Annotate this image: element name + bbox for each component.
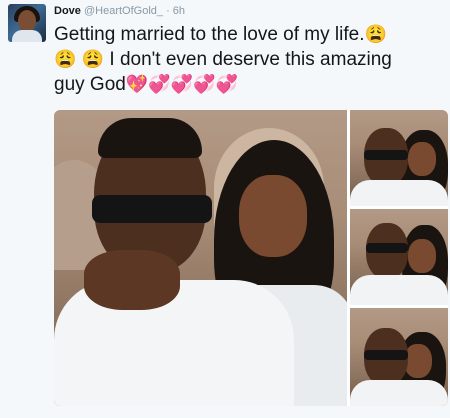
revolving-hearts-icon: 💞	[148, 74, 171, 94]
shirt	[350, 275, 448, 305]
revolving-hearts-icon: 💞	[170, 74, 194, 94]
photo-thumb-3[interactable]	[350, 308, 448, 406]
sparkling-heart-icon: 💖	[125, 74, 149, 94]
man-hair	[98, 118, 202, 158]
tweet-text-line-3: guy God	[54, 74, 126, 95]
photo-thumb-1[interactable]	[350, 110, 448, 206]
tweet[interactable]: Dove @HeartOfGold_ · 6h Getting married …	[0, 0, 450, 418]
tweet-text-line-2: I don't even deserve this amazing	[109, 49, 392, 70]
woman-face	[404, 344, 432, 378]
photo-thumb-2[interactable]	[350, 209, 448, 305]
sunglasses	[366, 243, 408, 253]
timestamp[interactable]: 6h	[173, 5, 185, 17]
sunglasses	[364, 150, 408, 160]
avatar-face	[18, 10, 36, 32]
revolving-hearts-icon: 💞	[215, 74, 238, 94]
weary-face-icon: 😩	[54, 49, 77, 69]
user-handle[interactable]: @HeartOfGold_	[84, 5, 163, 17]
weary-face-icon: 😩	[364, 24, 387, 44]
shirt	[350, 380, 448, 406]
woman-face	[408, 239, 436, 273]
avatar[interactable]	[8, 4, 46, 42]
sunglasses	[364, 350, 408, 360]
photo-main[interactable]	[54, 110, 347, 406]
man-hand	[84, 250, 180, 310]
revolving-hearts-icon: 💞	[193, 74, 216, 94]
tweet-header: Dove @HeartOfGold_ · 6h	[54, 4, 185, 18]
shirt	[350, 180, 448, 206]
tweet-text-line-1: Getting married to the love of my life.	[54, 24, 365, 45]
weary-face-icon: 😩	[81, 49, 105, 69]
avatar-shirt	[12, 30, 42, 42]
woman-face	[408, 142, 436, 176]
display-name[interactable]: Dove	[54, 5, 81, 17]
sunglasses	[92, 195, 212, 223]
media-grid	[54, 110, 448, 406]
separator-dot: ·	[166, 5, 170, 17]
tweet-text: Getting married to the love of my life.😩…	[54, 22, 444, 97]
woman-face	[239, 175, 307, 257]
